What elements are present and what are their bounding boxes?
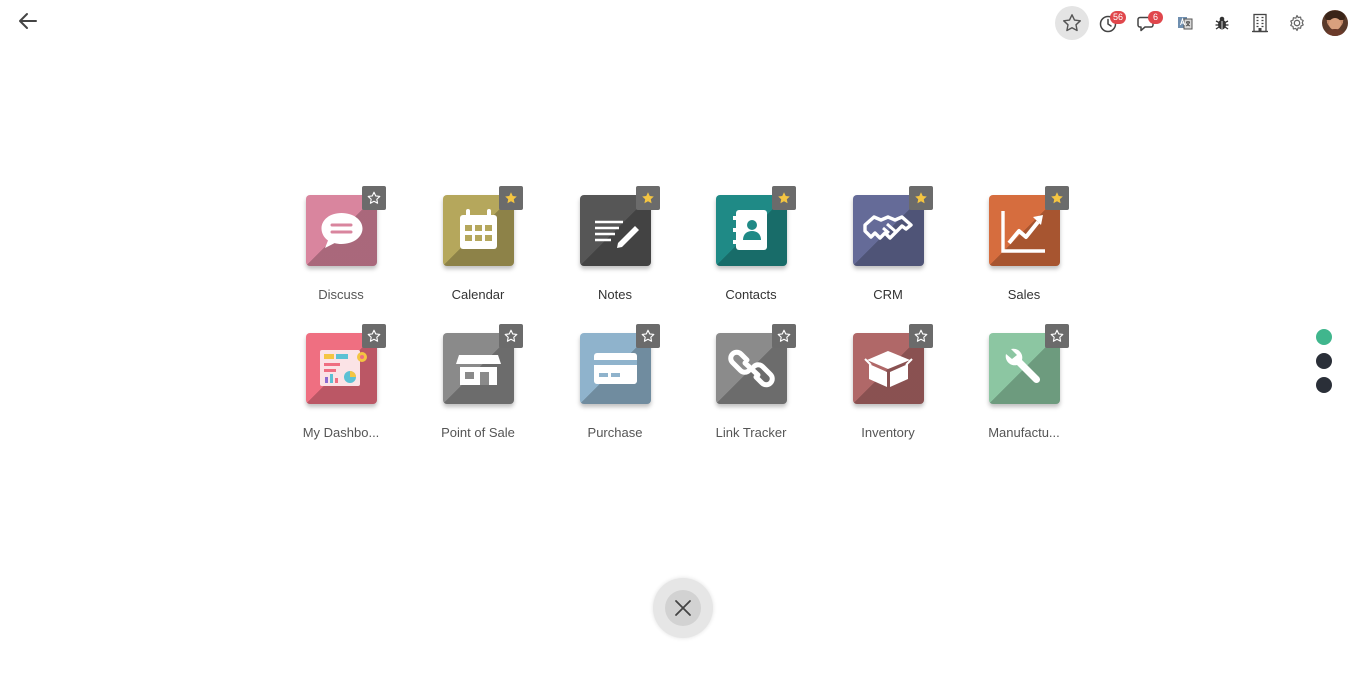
app-calendar[interactable]: Calendar <box>422 186 532 315</box>
app-point-of-sale[interactable]: Point of Sale <box>422 324 532 453</box>
gear-icon <box>1288 14 1306 32</box>
app-label: Contacts <box>725 287 777 302</box>
star-outline-icon <box>777 329 791 342</box>
page-dot-2[interactable] <box>1316 353 1332 369</box>
app-label: Link Tracker <box>715 425 787 440</box>
star-outline-icon <box>914 329 928 342</box>
app-discuss[interactable]: Discuss <box>285 186 395 315</box>
star-outline-icon <box>367 329 381 342</box>
app-label: My Dashbo... <box>302 425 380 440</box>
star-filled-icon <box>778 192 790 204</box>
app-my-dashboard[interactable]: My Dashbo... <box>285 324 395 453</box>
app-label: Notes <box>598 287 632 302</box>
activities-button[interactable]: 56 <box>1092 6 1127 40</box>
favorite-toggle[interactable] <box>909 324 933 348</box>
app-label: Point of Sale <box>441 425 515 440</box>
app-label: Purchase <box>587 425 643 440</box>
company-switcher-button[interactable] <box>1243 6 1277 40</box>
favorite-toggle[interactable] <box>909 186 933 210</box>
star-filled-icon <box>1051 192 1063 204</box>
app-label: CRM <box>873 287 903 302</box>
bug-icon <box>1214 15 1230 31</box>
activity-count-badge: 56 <box>1110 11 1127 24</box>
star-outline-icon <box>1050 329 1064 342</box>
star-outline-icon <box>1062 13 1082 33</box>
page-dot-3[interactable] <box>1316 377 1332 393</box>
star-outline-icon <box>641 329 655 342</box>
favorite-toggle[interactable] <box>636 186 660 210</box>
messages-button[interactable]: 6 <box>1130 6 1164 40</box>
app-sales[interactable]: Sales <box>968 186 1078 315</box>
favorite-toggle[interactable] <box>1045 186 1069 210</box>
translate-icon <box>1176 14 1194 32</box>
favorite-toggle[interactable] <box>362 324 386 348</box>
arrow-left-icon <box>18 12 38 35</box>
app-crm[interactable]: CRM <box>832 186 942 315</box>
app-notes[interactable]: Notes <box>559 186 669 315</box>
page-dot-1[interactable] <box>1316 329 1332 345</box>
back-button[interactable] <box>14 10 42 36</box>
debug-button[interactable] <box>1205 6 1239 40</box>
favorite-toggle[interactable] <box>499 324 523 348</box>
favorite-toggle[interactable] <box>636 324 660 348</box>
app-label: Calendar <box>451 287 505 302</box>
star-outline-icon <box>367 191 381 204</box>
app-label: Sales <box>1007 287 1041 302</box>
star-filled-icon <box>505 192 517 204</box>
favorite-toggle[interactable] <box>362 186 386 210</box>
favorite-toggle[interactable] <box>772 186 796 210</box>
favorite-toggle[interactable] <box>772 324 796 348</box>
app-contacts[interactable]: Contacts <box>695 186 805 315</box>
app-inventory[interactable]: Inventory <box>832 324 942 453</box>
app-label: Manufactu... <box>988 425 1060 440</box>
top-bar: 56 6 <box>0 0 1366 46</box>
star-filled-icon <box>915 192 927 204</box>
star-outline-icon <box>504 329 518 342</box>
favorite-toggle[interactable] <box>1045 324 1069 348</box>
building-icon <box>1251 13 1269 33</box>
favorites-button[interactable] <box>1055 6 1089 40</box>
language-button[interactable] <box>1168 6 1202 40</box>
close-button[interactable] <box>653 578 713 638</box>
favorite-toggle[interactable] <box>499 186 523 210</box>
user-avatar[interactable] <box>1322 10 1348 36</box>
app-manufacturing[interactable]: Manufactu... <box>968 324 1078 453</box>
star-filled-icon <box>642 192 654 204</box>
app-link-tracker[interactable]: Link Tracker <box>695 324 805 453</box>
app-purchase[interactable]: Purchase <box>559 324 669 453</box>
close-icon <box>675 600 691 616</box>
settings-button[interactable] <box>1280 6 1314 40</box>
app-label: Inventory <box>861 425 915 440</box>
message-count-badge: 6 <box>1148 11 1163 24</box>
app-label: Discuss <box>318 287 364 302</box>
